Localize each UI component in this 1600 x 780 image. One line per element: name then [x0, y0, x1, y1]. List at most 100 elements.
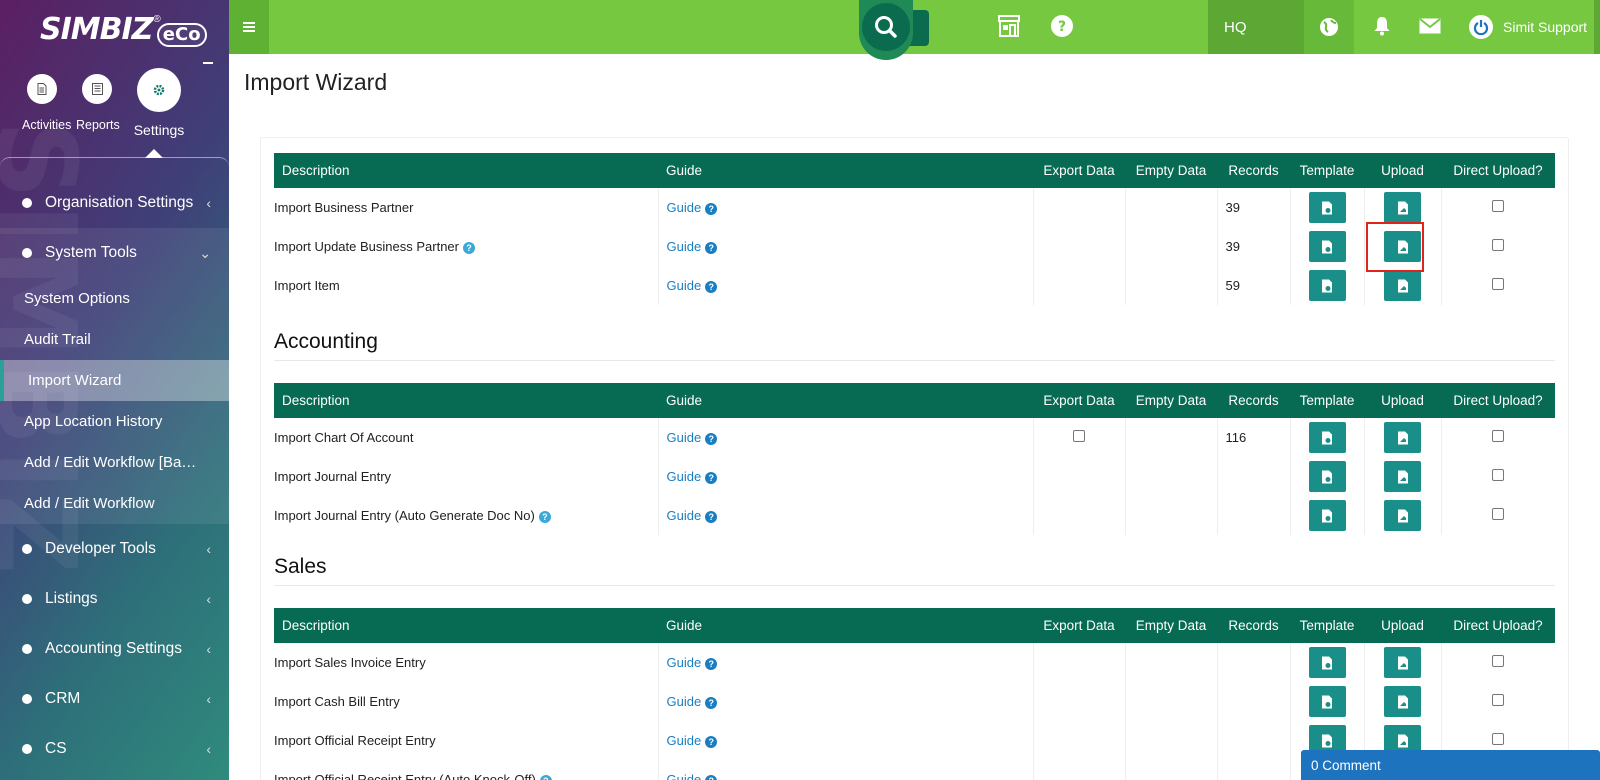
sidebar-item-organisation-settings[interactable]: Organisation Settings ‹	[0, 178, 229, 228]
notification-bell-icon[interactable]	[1373, 16, 1391, 39]
download-template-button[interactable]	[1308, 270, 1346, 301]
download-template-button[interactable]	[1308, 500, 1346, 531]
logo-text: SIMBIZ	[40, 12, 153, 47]
help-icon[interactable]: ?	[1050, 13, 1074, 42]
download-template-button[interactable]	[1308, 461, 1346, 492]
sidebar-item-label: Organisation Settings	[45, 194, 194, 211]
nav-activities[interactable]: Activities	[22, 74, 71, 132]
upload-button[interactable]	[1384, 461, 1421, 492]
download-template-button[interactable]	[1308, 231, 1346, 262]
user-name: Simit Support	[1503, 19, 1588, 35]
col-template: Template	[1290, 608, 1364, 643]
sidebar-item-cs[interactable]: CS ‹	[0, 724, 229, 774]
branch-selector[interactable]: HQ	[1208, 0, 1304, 54]
power-icon	[1469, 15, 1493, 39]
direct-upload-checkbox[interactable]	[1492, 694, 1505, 706]
table-row: Import Journal Entry Guide?	[274, 457, 1555, 496]
guide-link[interactable]: Guide	[659, 733, 702, 748]
upload-button[interactable]	[1384, 647, 1421, 678]
hamburger-menu-icon[interactable]	[229, 0, 269, 54]
sidebar-subitem-add-edit-workflow[interactable]: Add / Edit Workflow	[0, 483, 229, 524]
guide-link[interactable]: Guide	[659, 430, 702, 445]
question-icon[interactable]: ?	[705, 510, 718, 523]
col-upload: Upload	[1364, 383, 1441, 418]
question-icon[interactable]: ?	[705, 735, 718, 748]
guide-link[interactable]: Guide	[659, 508, 702, 523]
table-row: Import Update Business Partner? Guide? 3…	[274, 227, 1555, 266]
download-template-button[interactable]	[1308, 686, 1346, 717]
question-icon[interactable]: ?	[705, 241, 718, 254]
sidebar-item-developer-tools[interactable]: Developer Tools ‹	[0, 524, 229, 574]
sidebar-item-label: Developer Tools	[45, 540, 156, 557]
guide-link[interactable]: Guide	[659, 278, 702, 293]
upload-button[interactable]	[1384, 686, 1421, 717]
upload-cell	[1364, 418, 1442, 457]
sidebar-item-listings[interactable]: Listings ‹	[0, 574, 229, 624]
sidebar-item-crm[interactable]: CRM ‹	[0, 674, 229, 724]
upload-button[interactable]	[1384, 192, 1421, 223]
nav-reports[interactable]: Reports	[76, 74, 120, 132]
direct-upload-checkbox[interactable]	[1492, 655, 1505, 667]
chevron-left-icon: ‹	[206, 591, 211, 607]
upload-cell	[1364, 496, 1442, 535]
upload-button[interactable]	[1384, 270, 1421, 301]
mail-icon[interactable]	[1419, 18, 1441, 37]
question-icon[interactable]: ?	[705, 202, 718, 215]
file-upload-icon	[1397, 656, 1408, 669]
question-icon[interactable]: ?	[705, 471, 718, 484]
bullet-icon	[22, 644, 32, 654]
direct-upload-checkbox[interactable]	[1492, 469, 1505, 481]
col-upload: Upload	[1364, 153, 1441, 188]
direct-upload-checkbox[interactable]	[1492, 200, 1505, 212]
sidebar-subitem-import-wizard[interactable]: Import Wizard	[0, 360, 229, 401]
question-icon[interactable]: ?	[705, 696, 718, 709]
direct-upload-checkbox[interactable]	[1492, 508, 1505, 520]
guide-link[interactable]: Guide	[659, 655, 702, 670]
sidebar-item-accounting-settings[interactable]: Accounting Settings ‹	[0, 624, 229, 674]
sidebar-subitem-app-location-history[interactable]: App Location History	[0, 401, 229, 442]
question-icon[interactable]: ?	[705, 280, 718, 293]
guide-link[interactable]: Guide	[659, 772, 702, 780]
export-data-cell	[1033, 760, 1126, 780]
guide-link[interactable]: Guide	[659, 469, 702, 484]
sidebar-item-system-tools[interactable]: System Tools ⌄	[0, 228, 229, 278]
export-data-checkbox[interactable]	[1073, 430, 1085, 442]
question-icon[interactable]: ?	[705, 657, 718, 670]
guide-link[interactable]: Guide	[659, 200, 702, 215]
nav-reports-label: Reports	[76, 118, 120, 132]
upload-button[interactable]	[1384, 500, 1421, 531]
upload-button[interactable]	[1384, 422, 1421, 453]
nav-settings[interactable]: Settings	[131, 68, 187, 138]
guide-link[interactable]: Guide	[659, 694, 702, 709]
info-question-icon[interactable]: ?	[538, 510, 551, 523]
question-icon[interactable]: ?	[705, 432, 718, 445]
info-question-icon[interactable]: ?	[539, 774, 552, 780]
col-guide: Guide	[658, 608, 1033, 643]
store-icon[interactable]	[997, 13, 1021, 42]
direct-upload-checkbox[interactable]	[1492, 430, 1505, 442]
guide-link[interactable]: Guide	[659, 239, 702, 254]
direct-upload-checkbox[interactable]	[1492, 733, 1505, 745]
download-template-button[interactable]	[1308, 422, 1346, 453]
download-template-button[interactable]	[1308, 647, 1346, 678]
sidebar-subitem-audit-trail[interactable]: Audit Trail	[0, 319, 229, 360]
file-upload-icon	[1397, 734, 1408, 747]
download-template-button[interactable]	[1308, 192, 1346, 223]
bullet-icon	[22, 544, 32, 554]
minimize-icon[interactable]	[203, 62, 213, 64]
direct-upload-checkbox[interactable]	[1492, 278, 1505, 290]
user-menu[interactable]: Simit Support	[1469, 0, 1587, 54]
comment-bar[interactable]: 0 Comment	[1301, 750, 1600, 780]
direct-upload-cell	[1441, 496, 1555, 535]
app-logo[interactable]: SIMBIZ ® eCo	[40, 12, 207, 47]
sidebar-subitem-add-edit-workflow-ba[interactable]: Add / Edit Workflow [Ba…	[0, 442, 229, 483]
table-row: Import Item Guide? 59	[274, 266, 1555, 305]
question-icon[interactable]: ?	[705, 774, 718, 780]
guide-cell: Guide?	[658, 682, 1034, 721]
sidebar-subitem-system-options[interactable]: System Options	[0, 278, 229, 319]
direct-upload-checkbox[interactable]	[1492, 239, 1505, 251]
search-button[interactable]	[859, 0, 913, 60]
col-direct-upload: Direct Upload?	[1441, 608, 1555, 643]
language-globe-icon[interactable]	[1304, 0, 1354, 54]
info-question-icon[interactable]: ?	[462, 241, 475, 254]
